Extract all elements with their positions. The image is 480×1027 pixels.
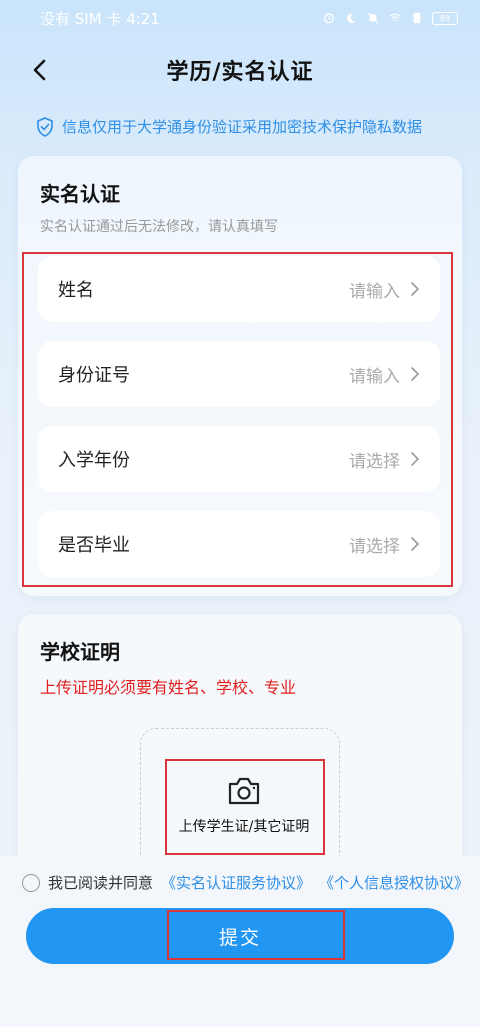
agreement-link-privacy[interactable]: 《个人信息授权协议》 [319,872,469,893]
school-title: 学校证明 [40,640,120,664]
chevron-right-icon [411,282,420,296]
status-carrier-time: 没有 SIM 卡 4:21 [40,9,160,28]
status-icons: 89 [322,11,458,25]
field-placeholder: 请选择 [349,451,400,472]
field-label: 是否毕业 [58,535,130,556]
field-placeholder: 请输入 [349,281,400,302]
mute-icon [367,12,379,24]
camera-icon [228,777,260,805]
realname-card: 实名认证 实名认证通过后无法修改，请认真填写 姓名 请输入 身份证号 请输入 入… [18,156,462,596]
agreement-link-realname[interactable]: 《实名认证服务协议》 [161,872,311,893]
school-warning: 上传证明必须要有姓名、学校、专业 [40,678,297,697]
upload-button[interactable]: 上传学生证/其它证明 [164,758,324,854]
field-placeholder: 请输入 [349,366,400,387]
agree-radio[interactable] [22,873,40,892]
agreement-prefix: 我已阅读并同意 [48,874,154,892]
shield-check-icon [37,116,53,137]
privacy-text: 信息仅用于大学通身份验证采用加密技术保护隐私数据 [62,118,423,136]
field-id-number[interactable]: 身份证号 请输入 [38,341,440,407]
status-bar: 没有 SIM 卡 4:21 89 [0,0,480,36]
chevron-right-icon [411,452,420,466]
upload-label: 上传学生证/其它证明 [178,819,310,835]
wifi-icon [389,13,401,22]
header: 学历/实名认证 [0,46,480,94]
realname-title: 实名认证 [40,182,120,206]
school-card: 学校证明 上传证明必须要有姓名、学校、专业 上传学生证/其它证明 [18,614,462,874]
field-enrollment-year[interactable]: 入学年份 请选择 [38,426,440,492]
sim-icon [413,12,421,24]
field-label: 姓名 [58,280,94,301]
field-name[interactable]: 姓名 请输入 [38,256,440,322]
back-arrow-icon[interactable] [26,56,54,84]
page-title: 学历/实名认证 [166,60,314,85]
chevron-right-icon [411,367,420,381]
realname-subtitle: 实名认证通过后无法修改，请认真填写 [40,219,278,235]
field-label: 入学年份 [58,450,130,471]
submit-button[interactable]: 提交 [26,908,454,964]
chevron-right-icon [411,537,420,551]
moon-icon [347,13,356,24]
privacy-note: 信息仅用于大学通身份验证采用加密技术保护隐私数据 [36,116,422,137]
field-label: 身份证号 [58,365,130,386]
battery-level: 89 [439,13,451,23]
agreement-row: 我已阅读并同意 《实名认证服务协议》 《个人信息授权协议》 [22,872,469,893]
battery-icon: 89 [432,11,458,25]
submit-label: 提交 [218,926,261,949]
alarm-icon [324,13,334,24]
field-placeholder: 请选择 [349,536,400,557]
field-graduated[interactable]: 是否毕业 请选择 [38,511,440,577]
